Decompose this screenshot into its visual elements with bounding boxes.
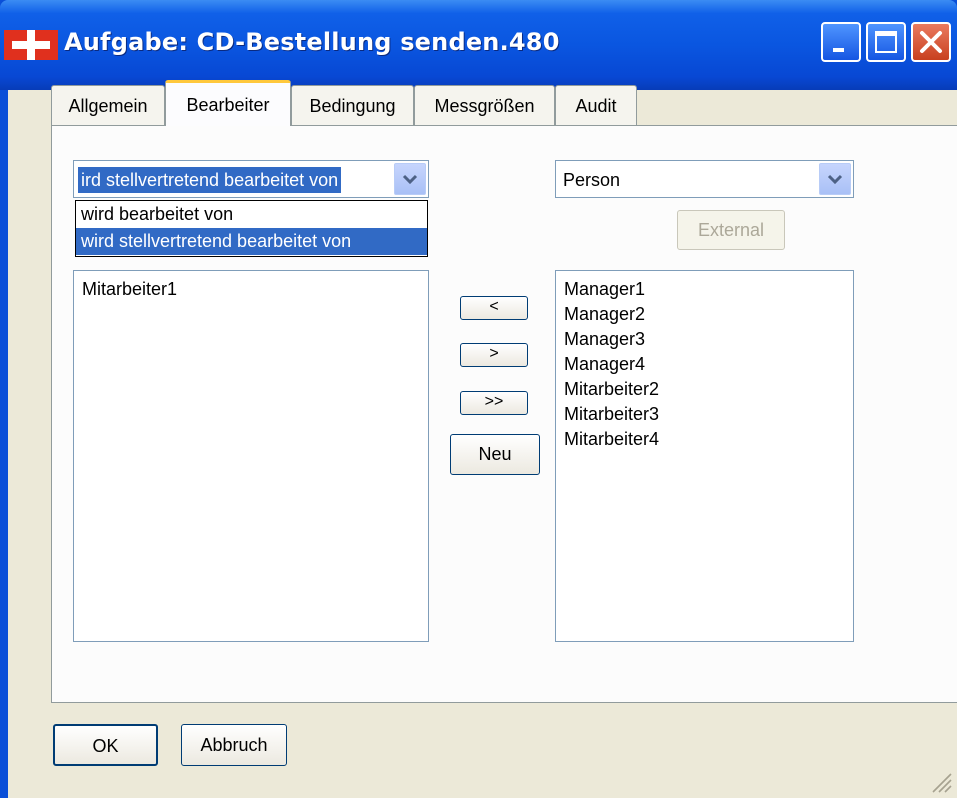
chevron-down-icon (402, 174, 418, 185)
relation-dropdown-list: wird bearbeitet von wird stellvertretend… (75, 200, 428, 257)
ok-button[interactable]: OK (53, 724, 158, 766)
tab-messgroessen[interactable]: Messgrößen (414, 85, 555, 125)
relation-combo-value: ird stellvertretend bearbeitet von (78, 167, 342, 193)
dropdown-option-selected[interactable]: wird stellvertretend bearbeitet von (76, 228, 427, 255)
assigned-list[interactable]: Mitarbeiter1 (73, 270, 429, 642)
chevron-down-icon (827, 174, 843, 185)
close-icon (920, 31, 942, 53)
move-all-right-button[interactable]: >> (460, 391, 528, 415)
available-list[interactable]: Manager1 Manager2 Manager3 Manager4 Mita… (555, 270, 854, 642)
type-combo[interactable]: Person (555, 160, 854, 198)
type-combo-value: Person (563, 170, 621, 190)
move-right-button[interactable]: > (460, 343, 528, 367)
list-item[interactable]: Manager3 (564, 327, 845, 352)
relation-combo[interactable]: ird stellvertretend bearbeitet von (73, 160, 429, 198)
app-icon (4, 30, 58, 60)
list-item[interactable]: Manager2 (564, 302, 845, 327)
maximize-icon (875, 31, 897, 53)
list-item[interactable]: Mitarbeiter1 (82, 277, 420, 302)
tab-bearbeiter[interactable]: Bearbeiter (165, 80, 291, 126)
dialog-window: Aufgabe: CD-Bestellung senden.480 Allgem… (0, 0, 957, 798)
list-item[interactable]: Mitarbeiter3 (564, 402, 845, 427)
list-item[interactable]: Mitarbeiter4 (564, 427, 845, 452)
list-item[interactable]: Manager1 (564, 277, 845, 302)
dropdown-option[interactable]: wird bearbeitet von (76, 201, 427, 228)
list-item[interactable]: Mitarbeiter2 (564, 377, 845, 402)
list-item[interactable]: Manager4 (564, 352, 845, 377)
minimize-button[interactable] (821, 22, 861, 62)
move-left-button[interactable]: < (460, 296, 528, 320)
external-button[interactable]: External (677, 210, 785, 250)
relation-combo-dropdown-button[interactable] (394, 163, 426, 195)
cancel-button[interactable]: Abbruch (181, 724, 287, 766)
minimize-icon (833, 48, 844, 52)
tab-bedingung[interactable]: Bedingung (291, 85, 414, 125)
close-button[interactable] (911, 22, 951, 62)
window-title: Aufgabe: CD-Bestellung senden.480 (64, 28, 560, 56)
type-combo-dropdown-button[interactable] (819, 163, 851, 195)
title-bar[interactable]: Aufgabe: CD-Bestellung senden.480 (0, 0, 957, 90)
tab-audit[interactable]: Audit (555, 85, 637, 125)
tab-allgemein[interactable]: Allgemein (51, 85, 165, 125)
new-button[interactable]: Neu (450, 434, 540, 475)
resize-grip-icon[interactable] (929, 770, 953, 794)
maximize-button[interactable] (866, 22, 906, 62)
